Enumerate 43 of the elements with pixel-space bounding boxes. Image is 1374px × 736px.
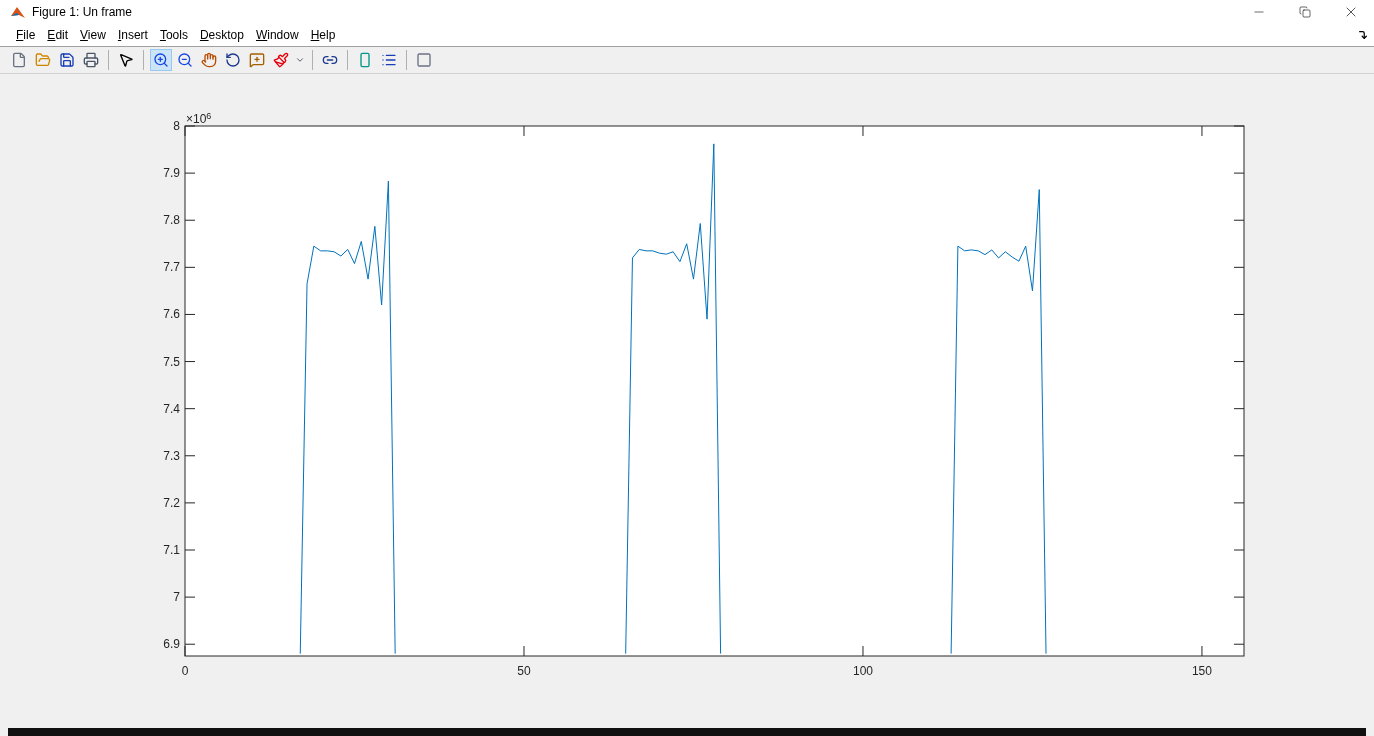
y-tick-label: 7 (173, 590, 180, 605)
data-cursor-icon (249, 52, 265, 68)
square-icon (416, 52, 432, 68)
colorbar-icon (357, 52, 373, 68)
save-icon (59, 52, 75, 68)
folder-icon (35, 52, 51, 68)
zoom-in-icon (153, 52, 169, 68)
y-tick-label: 7.7 (163, 260, 180, 275)
y-tick-label: 7.9 (163, 166, 180, 181)
y-tick-label: 7.4 (163, 401, 180, 416)
zoom-out-icon (177, 52, 193, 68)
y-tick-label: 8 (173, 119, 180, 133)
x-tick-label: 150 (1191, 664, 1212, 678)
hand-icon (201, 52, 217, 68)
y-tick-label: 7.2 (163, 495, 180, 510)
menu-item[interactable]: View (74, 26, 112, 44)
legend-icon (381, 52, 397, 68)
brush-icon (273, 52, 289, 68)
y-tick-label: 7.1 (163, 543, 180, 557)
y-tick-label: 7.3 (163, 448, 180, 463)
pointer-icon (118, 52, 134, 68)
menu-item[interactable]: Edit (41, 26, 75, 44)
restore-icon (1299, 6, 1311, 18)
y-tick-label: 7.8 (163, 213, 180, 228)
rotate-icon (225, 52, 241, 68)
menu-item[interactable]: Desktop (193, 26, 250, 44)
menu-item[interactable]: File (10, 26, 42, 44)
caret-icon (295, 55, 305, 65)
y-tick-label: 6.9 (163, 637, 180, 652)
print-icon (83, 52, 99, 68)
window-title: Figure 1: Un frame (32, 4, 133, 21)
x-tick-label: 100 (852, 664, 873, 678)
y-tick-label: 7.5 (163, 354, 180, 369)
menu-item[interactable]: Help (304, 26, 342, 44)
axis-exponent: ×10$^{6}$ (186, 110, 212, 128)
new-file-icon (11, 52, 27, 68)
y-tick-label: 7.6 (163, 307, 180, 322)
dock-icon[interactable] (1358, 30, 1368, 40)
menu-item[interactable]: Tools (153, 26, 194, 44)
menu-item[interactable]: Insert (111, 26, 154, 44)
x-tick-label: 0 (181, 664, 189, 678)
menu-item[interactable]: Window (249, 26, 305, 44)
x-tick-label: 50 (517, 664, 531, 678)
